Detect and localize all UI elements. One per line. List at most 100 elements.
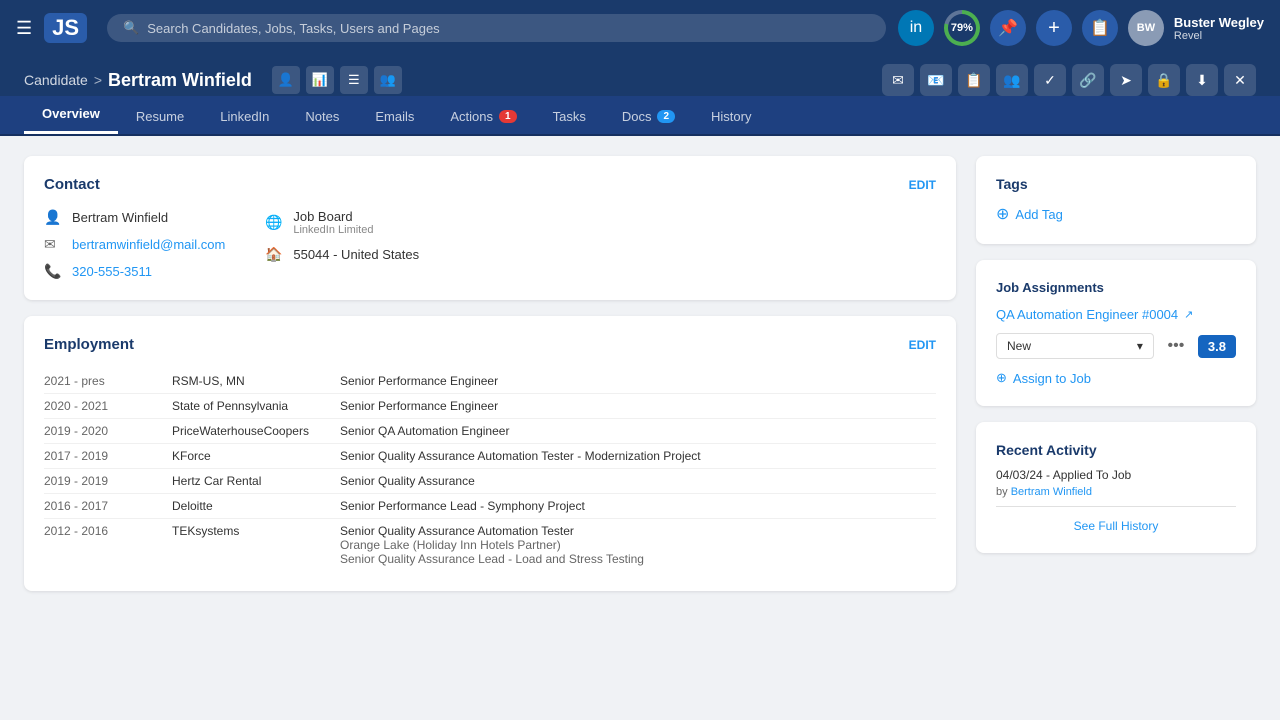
user-circle-icon[interactable]: 👥 <box>374 66 402 94</box>
contact-source: Job Board LinkedIn Limited <box>293 209 373 236</box>
avatar: BW <box>1128 10 1164 46</box>
table-row: 2017 - 2019 KForce Senior Quality Assura… <box>44 444 936 469</box>
user-subtitle: Revel <box>1174 30 1264 42</box>
table-row: 2019 - 2019 Hertz Car Rental Senior Qual… <box>44 469 936 494</box>
contact-card: Contact EDIT 👤 Bertram Winfield ✉ bertra… <box>24 156 956 300</box>
search-icon: 🔍 <box>123 20 139 36</box>
status-dropdown[interactable]: New ▾ <box>996 333 1154 359</box>
contact-name: Bertram Winfield <box>72 210 168 225</box>
table-row: 2012 - 2016 TEKsystems Senior Quality As… <box>44 519 936 571</box>
contact-email[interactable]: bertramwinfield@mail.com <box>72 237 225 252</box>
employment-edit-button[interactable]: EDIT <box>909 338 936 352</box>
check-button[interactable]: ✓ <box>1034 64 1066 96</box>
tab-tasks[interactable]: Tasks <box>535 99 604 134</box>
tab-notes[interactable]: Notes <box>287 99 357 134</box>
tab-docs[interactable]: Docs 2 <box>604 99 693 134</box>
email-icon: ✉ <box>44 236 62 253</box>
assign-plus-icon: ⊕ <box>996 370 1007 386</box>
source-label: Job Board <box>293 209 373 224</box>
person-icon: 👤 <box>44 209 62 226</box>
docs-badge: 2 <box>657 110 675 123</box>
detail-icon[interactable]: ☰ <box>340 66 368 94</box>
close-button[interactable]: ✕ <box>1224 64 1256 96</box>
tab-linkedin[interactable]: LinkedIn <box>202 99 287 134</box>
header-actions: ✉ 📧 📋 👥 ✓ 🔗 ➤ 🔒 ⬇ ✕ <box>882 64 1256 96</box>
activity-by: by Bertram Winfield <box>996 486 1236 498</box>
assign-label: Assign to Job <box>1013 371 1091 386</box>
emp-company: Deloitte <box>172 499 332 513</box>
link-button[interactable]: 🔗 <box>1072 64 1104 96</box>
contact-header: Contact EDIT <box>44 176 936 193</box>
breadcrumb-parent[interactable]: Candidate <box>24 72 88 88</box>
divider <box>996 506 1236 507</box>
add-tag-button[interactable]: ⊕ Add Tag <box>996 204 1236 224</box>
source-sub: LinkedIn Limited <box>293 224 373 236</box>
task-button[interactable]: 📋 <box>958 64 990 96</box>
send-button[interactable]: ➤ <box>1110 64 1142 96</box>
table-row: 2019 - 2020 PriceWaterhouseCoopers Senio… <box>44 419 936 444</box>
progress-indicator[interactable]: 79% <box>944 10 980 46</box>
pin-button[interactable]: 📌 <box>990 10 1026 46</box>
list-icon[interactable]: 📊 <box>306 66 334 94</box>
add-button[interactable]: + <box>1036 10 1072 46</box>
copy-button[interactable]: 📋 <box>1082 10 1118 46</box>
linkedin-button[interactable]: in <box>898 10 934 46</box>
group-button[interactable]: 👥 <box>996 64 1028 96</box>
breadcrumb-icons: 👤 📊 ☰ 👥 <box>272 66 402 94</box>
table-row: 2016 - 2017 Deloitte Senior Performance … <box>44 494 936 519</box>
menu-icon[interactable]: ☰ <box>16 18 32 39</box>
recent-activity-card: Recent Activity 04/03/24 - Applied To Jo… <box>976 422 1256 553</box>
emp-dates: 2019 - 2020 <box>44 424 164 438</box>
contact-edit-button[interactable]: EDIT <box>909 178 936 192</box>
job-assignment-link[interactable]: QA Automation Engineer #0004 ↗ <box>996 307 1236 322</box>
mail-button[interactable]: 📧 <box>920 64 952 96</box>
emp-company: PriceWaterhouseCoopers <box>172 424 332 438</box>
emp-dates: 2021 - pres <box>44 374 164 388</box>
emp-company: State of Pennsylvania <box>172 399 332 413</box>
external-link-icon: ↗ <box>1184 308 1193 321</box>
nav-icons: in 79% 📌 + 📋 BW Buster Wegley Revel <box>898 10 1264 46</box>
download-button[interactable]: ⬇ <box>1186 64 1218 96</box>
emp-title: Senior Quality Assurance Automation Test… <box>340 524 936 566</box>
tab-actions[interactable]: Actions 1 <box>432 99 534 134</box>
tab-emails[interactable]: Emails <box>357 99 432 134</box>
emp-dates: 2020 - 2021 <box>44 399 164 413</box>
employment-title: Employment <box>44 336 134 353</box>
search-bar: 🔍 <box>107 14 886 42</box>
tab-resume[interactable]: Resume <box>118 99 202 134</box>
compose-button[interactable]: ✉ <box>882 64 914 96</box>
tab-history[interactable]: History <box>693 99 769 134</box>
assign-to-job-button[interactable]: ⊕ Assign to Job <box>996 370 1236 386</box>
breadcrumb-separator: > <box>94 72 102 88</box>
lock-button[interactable]: 🔒 <box>1148 64 1180 96</box>
contact-title: Contact <box>44 176 100 193</box>
location-icon: 🏠 <box>265 246 283 263</box>
employment-card: Employment EDIT 2021 - pres RSM-US, MN S… <box>24 316 956 591</box>
contact-phone[interactable]: 320-555-3511 <box>72 264 152 279</box>
see-full-history-link[interactable]: See Full History <box>996 519 1236 533</box>
main-content: Contact EDIT 👤 Bertram Winfield ✉ bertra… <box>0 136 1280 611</box>
chevron-down-icon: ▾ <box>1137 339 1143 353</box>
emp-dates: 2012 - 2016 <box>44 524 164 566</box>
emp-company: Hertz Car Rental <box>172 474 332 488</box>
user-info: Buster Wegley Revel <box>1174 15 1264 42</box>
contact-info: 👤 Bertram Winfield ✉ bertramwinfield@mai… <box>44 209 936 280</box>
tab-overview[interactable]: Overview <box>24 96 118 134</box>
source-icon: 🌐 <box>265 214 283 231</box>
contact-location-row: 🏠 55044 - United States <box>265 246 419 263</box>
emp-company: TEKsystems <box>172 524 332 566</box>
contact-left: 👤 Bertram Winfield ✉ bertramwinfield@mai… <box>44 209 225 280</box>
profile-icon[interactable]: 👤 <box>272 66 300 94</box>
activity-by-label: by <box>996 486 1008 498</box>
breadcrumb: Candidate > Bertram Winfield <box>24 70 252 91</box>
user-name: Buster Wegley <box>1174 15 1264 30</box>
search-input[interactable] <box>147 21 870 36</box>
emp-dates: 2019 - 2019 <box>44 474 164 488</box>
activity-person-link[interactable]: Bertram Winfield <box>1011 486 1092 498</box>
activity-date: 04/03/24 - Applied To Job <box>996 468 1236 482</box>
emp-title: Senior QA Automation Engineer <box>340 424 936 438</box>
contact-name-row: 👤 Bertram Winfield <box>44 209 225 226</box>
more-options-button[interactable]: ••• <box>1162 332 1190 360</box>
contact-location: 55044 - United States <box>293 247 419 262</box>
emp-dates: 2016 - 2017 <box>44 499 164 513</box>
